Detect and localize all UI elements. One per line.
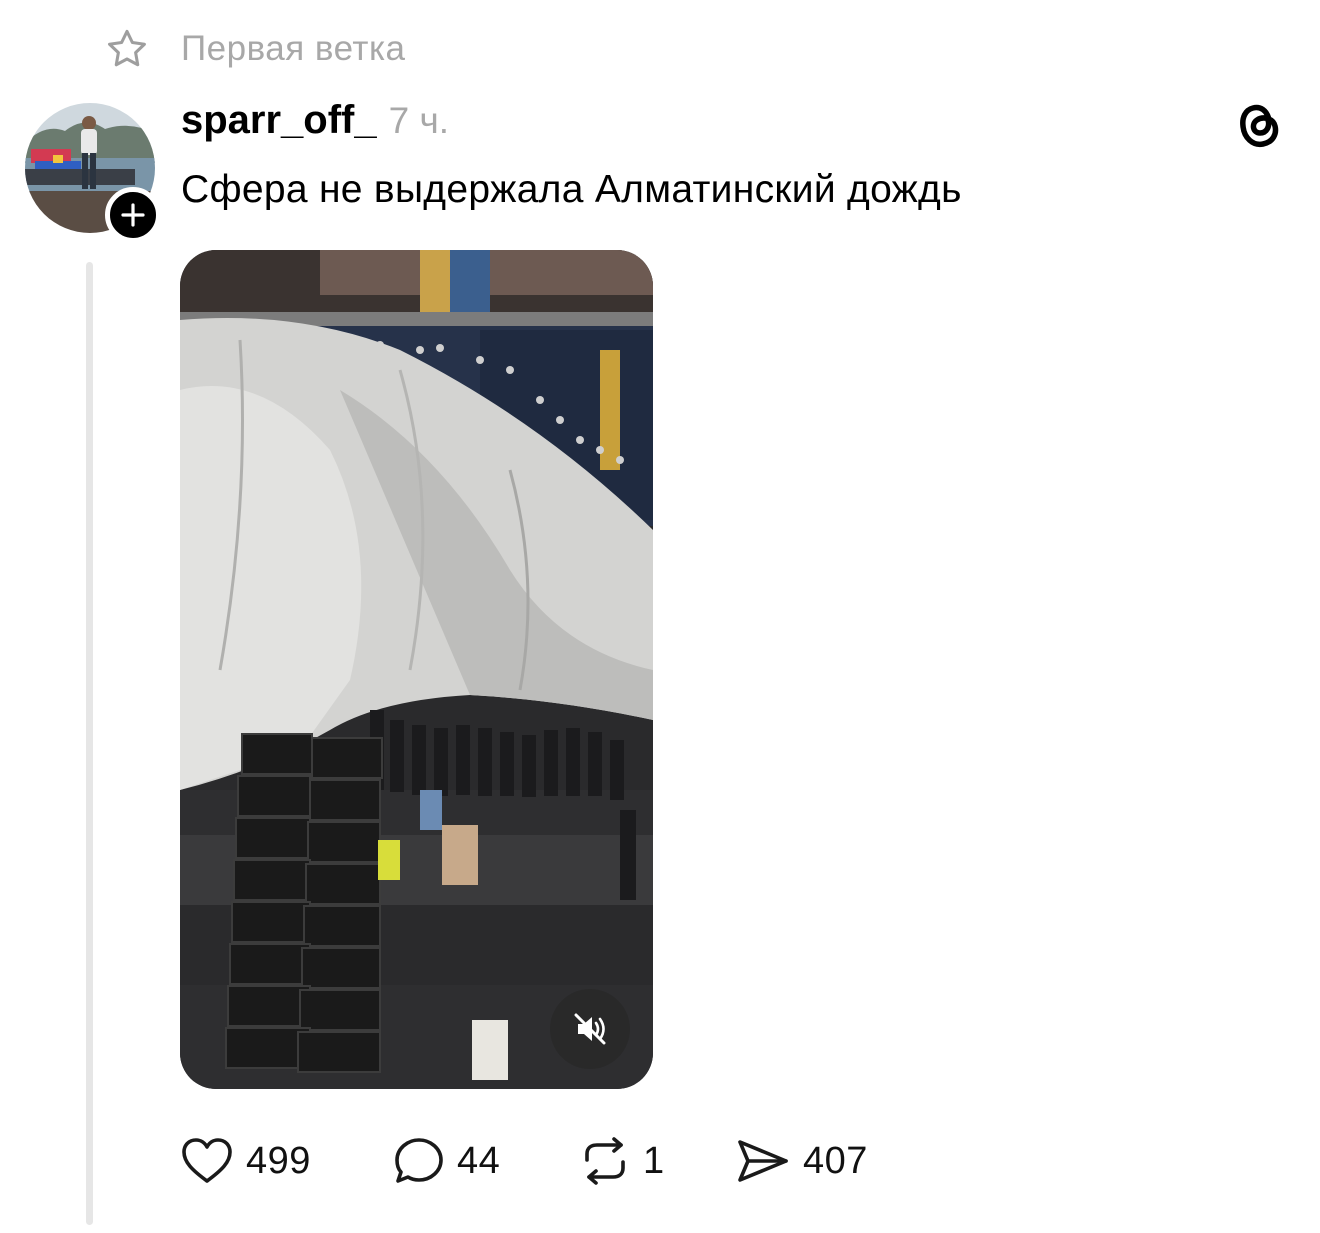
follow-button[interactable] xyxy=(105,187,161,243)
like-button[interactable]: 499 xyxy=(180,1136,393,1186)
post-time: 7 ч. xyxy=(388,100,450,141)
like-count: 499 xyxy=(246,1139,311,1182)
reply-count: 44 xyxy=(457,1139,501,1182)
mute-toggle-button[interactable] xyxy=(550,989,630,1069)
username[interactable]: sparr_off_ xyxy=(181,98,377,143)
send-icon xyxy=(738,1140,788,1182)
post-header: sparr_off_ 7 ч. xyxy=(181,98,449,150)
threads-logo-icon xyxy=(1240,104,1279,148)
thread-context[interactable]: Первая ветка xyxy=(104,26,406,72)
plus-icon xyxy=(121,203,145,227)
share-count: 407 xyxy=(803,1139,868,1182)
post-actions: 499 44 1 407 xyxy=(180,1135,868,1187)
post-text: Сфера не выдержала Алматинский дождь xyxy=(181,168,962,211)
post-video[interactable] xyxy=(180,250,653,1089)
star-icon xyxy=(108,29,146,67)
comment-icon xyxy=(395,1138,443,1183)
speaker-muted-icon xyxy=(574,1013,606,1045)
share-button[interactable]: 407 xyxy=(735,1136,868,1186)
thread-line xyxy=(86,262,93,1225)
repost-button[interactable]: 1 xyxy=(579,1136,735,1186)
reply-button[interactable]: 44 xyxy=(393,1136,579,1186)
heart-icon xyxy=(182,1138,232,1183)
video-frame xyxy=(180,250,653,1089)
repost-count: 1 xyxy=(643,1139,665,1182)
repost-icon xyxy=(585,1137,625,1185)
thread-context-label: Первая ветка xyxy=(181,29,406,68)
